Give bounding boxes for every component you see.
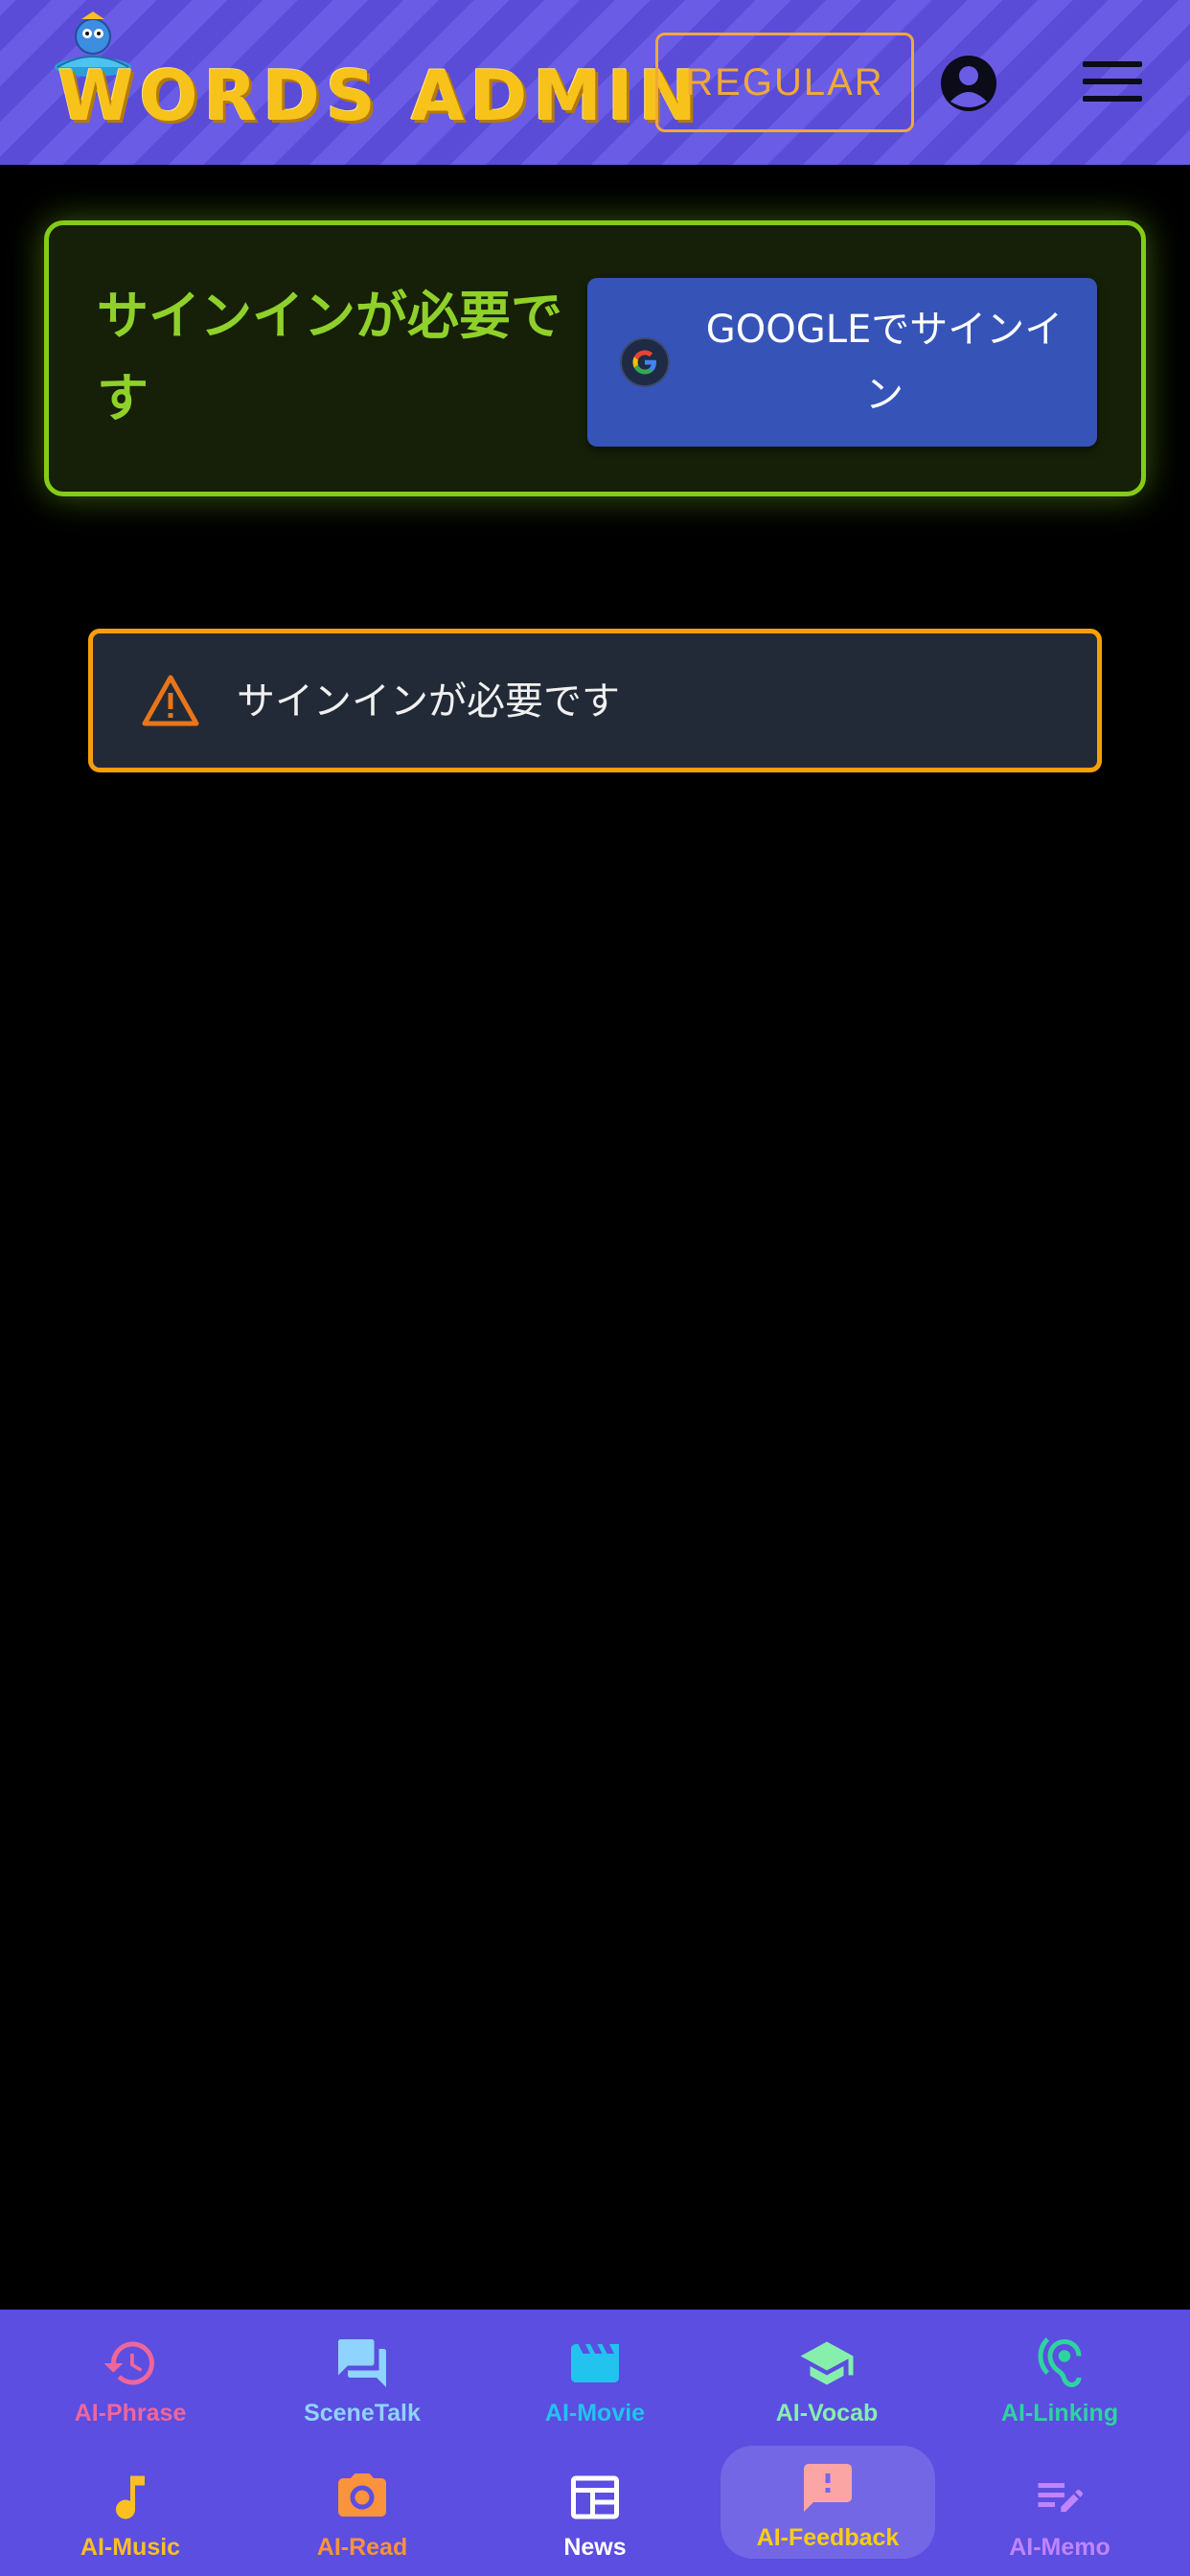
graduation-cap-icon xyxy=(800,2341,854,2385)
nav-item-ai-linking[interactable]: AI-Linking xyxy=(950,2317,1170,2430)
clapperboard-icon xyxy=(571,2344,619,2382)
logo-text: WORDS ADMIN xyxy=(57,56,702,136)
nav-label: AI-Memo xyxy=(1009,2534,1110,2561)
chat-bubbles-icon xyxy=(338,2339,386,2387)
google-signin-label: GOOGLEでサインイン xyxy=(705,308,1064,417)
warning-triangle-icon xyxy=(142,675,199,726)
nav-item-ai-movie[interactable]: AI-Movie xyxy=(485,2317,705,2430)
nav-label: AI-Phrase xyxy=(74,2400,187,2426)
nav-label: AI-Feedback xyxy=(756,2524,900,2551)
nav-label: AI-Read xyxy=(316,2534,408,2561)
nav-label: SceneTalk xyxy=(304,2400,421,2426)
nav-label: AI-Vocab xyxy=(775,2400,879,2426)
signin-title: サインインが必要です xyxy=(97,286,562,428)
edit-note-icon xyxy=(1038,2483,1083,2512)
nav-item-ai-feedback[interactable]: AI-Feedback xyxy=(721,2446,935,2559)
hearing-ear-icon xyxy=(1038,2337,1082,2387)
music-note-icon xyxy=(116,2475,145,2519)
nav-item-ai-vocab[interactable]: AI-Vocab xyxy=(717,2317,937,2430)
bottom-navigation: AI-Phrase SceneTalk AI-Movie AI-Vocab AI xyxy=(0,2310,1190,2576)
history-icon xyxy=(103,2341,154,2385)
account-circle-icon xyxy=(941,56,996,111)
nav-item-news[interactable]: News xyxy=(485,2451,705,2564)
plan-badge-button[interactable]: REGULAR xyxy=(655,33,914,132)
signin-card: サインインが必要です GOOGLEでサインイン xyxy=(44,220,1146,496)
alert-message: サインインが必要です xyxy=(237,679,620,724)
signin-required-alert: サインインが必要です xyxy=(88,629,1102,772)
google-signin-button[interactable]: GOOGLEでサインイン xyxy=(587,278,1097,447)
app-header: WORDS ADMIN REGULAR xyxy=(0,0,1190,165)
google-g-icon xyxy=(620,337,670,387)
account-button[interactable] xyxy=(939,54,998,113)
app-logo[interactable]: WORDS ADMIN xyxy=(50,8,697,151)
hamburger-menu-icon xyxy=(1083,61,1142,67)
nav-item-ai-memo[interactable]: AI-Memo xyxy=(950,2451,1170,2564)
nav-item-scenetalk[interactable]: SceneTalk xyxy=(252,2317,472,2430)
nav-label: AI-Linking xyxy=(1000,2400,1119,2426)
nav-label: AI-Music xyxy=(80,2534,181,2561)
nav-item-ai-music[interactable]: AI-Music xyxy=(20,2451,240,2564)
app-page: WORDS ADMIN REGULAR サインインが必要です GOOGLEでサイ… xyxy=(0,0,1190,2576)
nav-label: AI-Movie xyxy=(544,2400,646,2426)
camera-icon xyxy=(338,2473,386,2517)
feedback-alert-icon xyxy=(804,2464,852,2512)
nav-item-ai-phrase[interactable]: AI-Phrase xyxy=(20,2317,240,2430)
nav-label: News xyxy=(563,2534,627,2561)
nav-item-ai-read[interactable]: AI-Read xyxy=(252,2451,472,2564)
menu-button[interactable] xyxy=(1083,61,1142,105)
newspaper-icon xyxy=(571,2475,619,2519)
